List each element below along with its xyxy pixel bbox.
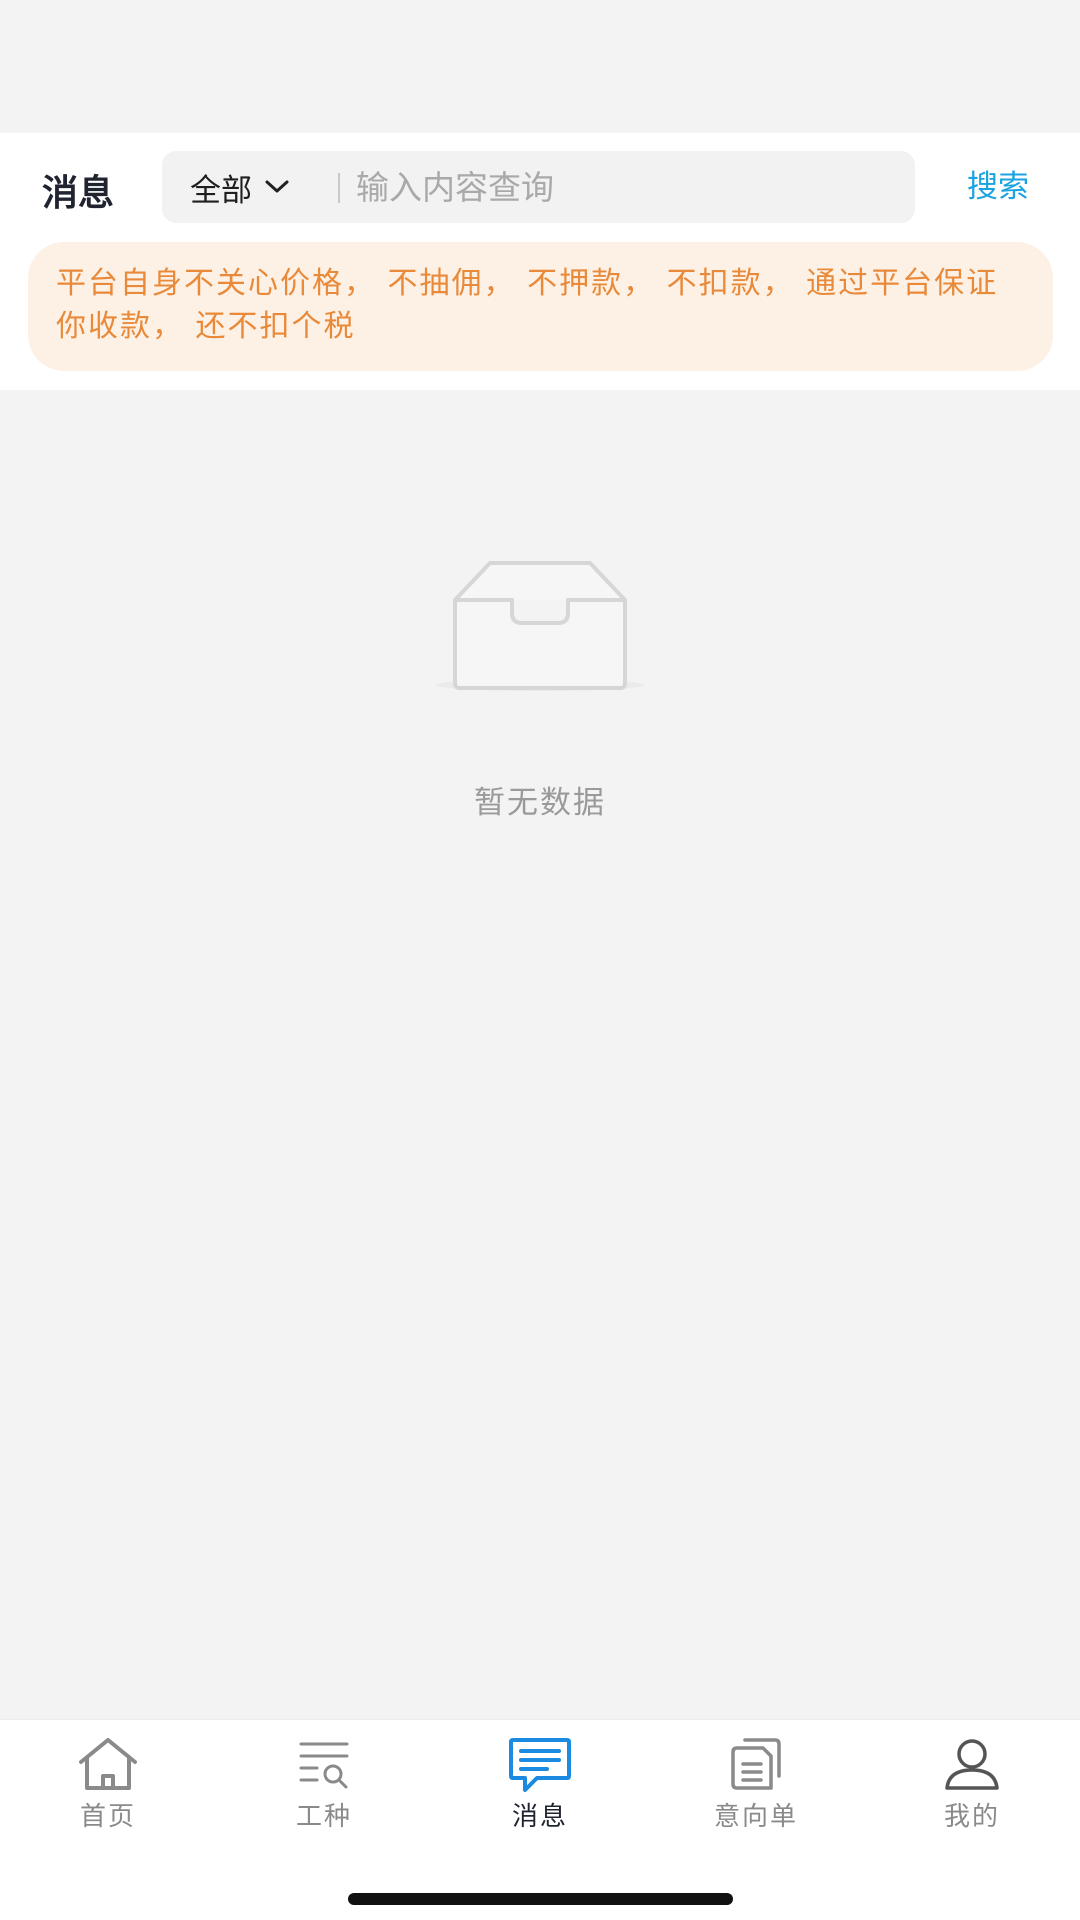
- user-icon: [945, 1739, 999, 1790]
- tab-home[interactable]: 首页: [0, 1736, 216, 1846]
- search-input[interactable]: [356, 151, 896, 223]
- empty-text: 暂无数据: [474, 785, 606, 821]
- tab-label: 我的: [943, 1802, 1000, 1832]
- search-box: 全部: [162, 151, 915, 223]
- tab-label: 工种: [295, 1802, 352, 1832]
- search-divider: [338, 173, 340, 203]
- status-bar: [0, 0, 1080, 133]
- empty-state: 暂无数据: [0, 555, 1080, 822]
- header: 消息 全部 搜索 平台自身不关心价格， 不抽佣， 不押款， 不扣款， 通过平台保…: [0, 133, 1080, 390]
- tab-label: 首页: [79, 1802, 136, 1832]
- home-indicator: [348, 1893, 733, 1905]
- inbox-icon: [435, 561, 645, 691]
- page-title: 消息: [42, 173, 115, 214]
- document-icon: [731, 1738, 781, 1790]
- home-icon: [79, 1738, 137, 1790]
- list-search-icon: [299, 1742, 349, 1789]
- message-icon: [509, 1738, 571, 1792]
- tab-profile[interactable]: 我的: [864, 1736, 1080, 1846]
- tab-label: 意向单: [713, 1802, 798, 1832]
- notice-banner: 平台自身不关心价格， 不抽佣， 不押款， 不扣款， 通过平台保证你收款， 还不扣…: [28, 242, 1053, 371]
- tab-bar: 首页 工种 消息 意向单 我的: [0, 1719, 1080, 1920]
- filter-value: 全部: [190, 172, 252, 209]
- tab-intent-orders[interactable]: 意向单: [648, 1736, 864, 1846]
- search-button[interactable]: 搜索: [967, 163, 1029, 211]
- tab-label: 消息: [511, 1802, 568, 1832]
- filter-dropdown[interactable]: 全部: [190, 151, 292, 223]
- tab-messages[interactable]: 消息: [432, 1736, 648, 1846]
- tab-jobs[interactable]: 工种: [216, 1736, 432, 1846]
- chevron-down-icon: [265, 180, 289, 193]
